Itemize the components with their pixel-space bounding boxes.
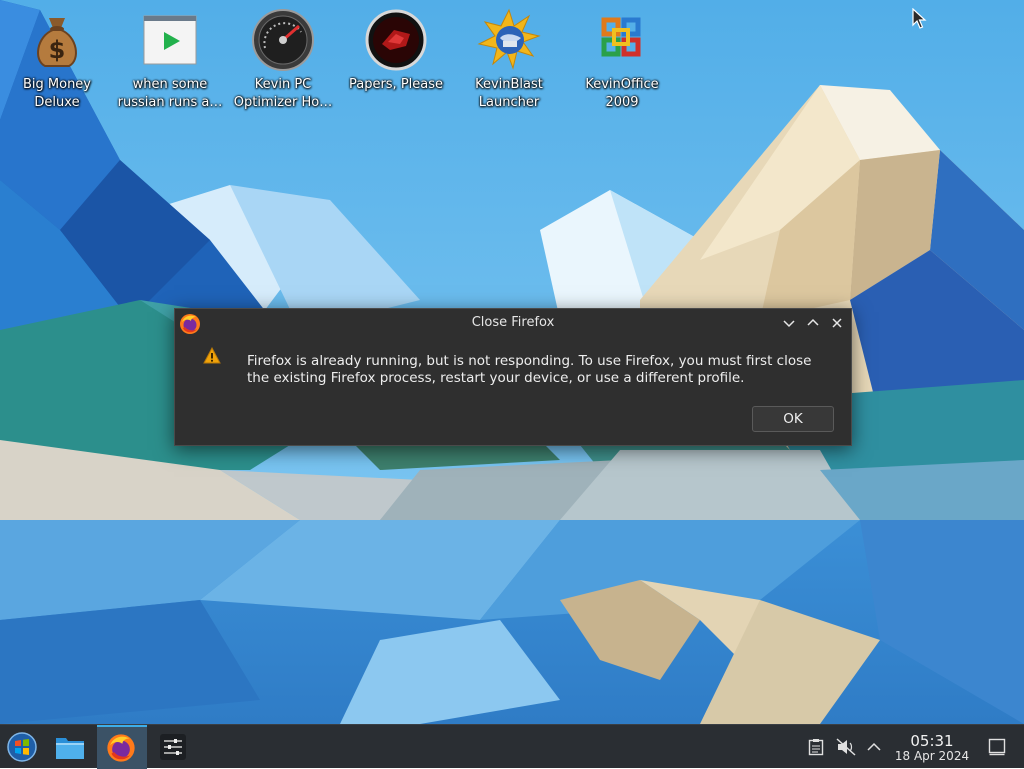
desktop-icon-label: Kevin PC Optimizer Ho… <box>233 77 333 110</box>
desktop-icon-kevinoffice-2009[interactable]: KevinOffice 2009 <box>567 8 677 112</box>
close-icon[interactable] <box>828 314 846 332</box>
chevron-up-icon[interactable] <box>866 740 882 754</box>
clipboard-icon[interactable] <box>808 738 824 756</box>
start-menu-button[interactable] <box>0 725 44 769</box>
video-file-icon <box>143 15 197 65</box>
dialog-message: Firefox is already running, but is not r… <box>247 353 812 386</box>
dialog-titlebar[interactable]: Close Firefox <box>175 309 851 337</box>
desktop-icon-label: KevinOffice 2009 <box>585 77 659 110</box>
speedometer-gauge-icon <box>252 9 314 71</box>
desktop-icon-label: Big Money Deluxe <box>22 77 91 110</box>
taskbar: 05:31 18 Apr 2024 <box>0 724 1024 769</box>
desktop-icon-label: KevinBlast Launcher <box>475 77 543 110</box>
minimize-chevron-down-icon[interactable] <box>780 314 798 332</box>
task-firefox[interactable] <box>97 725 147 769</box>
desktop-icon-kevinblast-launcher[interactable]: KevinBlast Launcher <box>454 8 564 112</box>
ok-button[interactable]: OK <box>752 406 834 432</box>
svg-text:$: $ <box>49 36 66 64</box>
show-desktop-icon[interactable] <box>988 738 1006 756</box>
desktop-icon-label: Papers, Please <box>348 77 444 92</box>
dialog-title: Close Firefox <box>471 315 555 330</box>
clock-time: 05:31 <box>910 732 954 750</box>
warning-icon <box>203 347 221 364</box>
desktop-icon-big-money-deluxe[interactable]: $ Big Money Deluxe <box>2 8 112 112</box>
sun-globe-icon <box>477 8 541 70</box>
close-firefox-dialog: Close Firefox Firefox is already running… <box>174 308 852 446</box>
office-logo-icon <box>601 17 641 57</box>
desktop[interactable]: $ Big Money Deluxe when some russian run… <box>0 0 1024 724</box>
clock-date: 18 Apr 2024 <box>894 749 970 763</box>
money-bag-icon: $ <box>37 18 77 67</box>
task-file-manager[interactable] <box>47 725 93 769</box>
desktop-icon-label: when some russian runs a… <box>117 77 223 110</box>
maximize-chevron-up-icon[interactable] <box>804 314 822 332</box>
file-manager-icon <box>56 738 84 759</box>
desktop-icon-russian-video[interactable]: when some russian runs a… <box>115 8 225 112</box>
task-system-settings[interactable] <box>151 725 197 769</box>
desktop-icon-kevin-pc-optimizer[interactable]: Kevin PC Optimizer Ho… <box>228 8 338 112</box>
settings-sliders-icon <box>160 734 186 760</box>
start-orb-icon <box>7 732 37 762</box>
firefox-icon <box>107 734 135 762</box>
papers-please-seal-icon <box>365 9 427 71</box>
mouse-cursor-icon <box>912 8 927 29</box>
speaker-muted-icon[interactable] <box>836 738 856 756</box>
desktop-icon-papers-please[interactable]: Papers, Please <box>341 8 451 94</box>
